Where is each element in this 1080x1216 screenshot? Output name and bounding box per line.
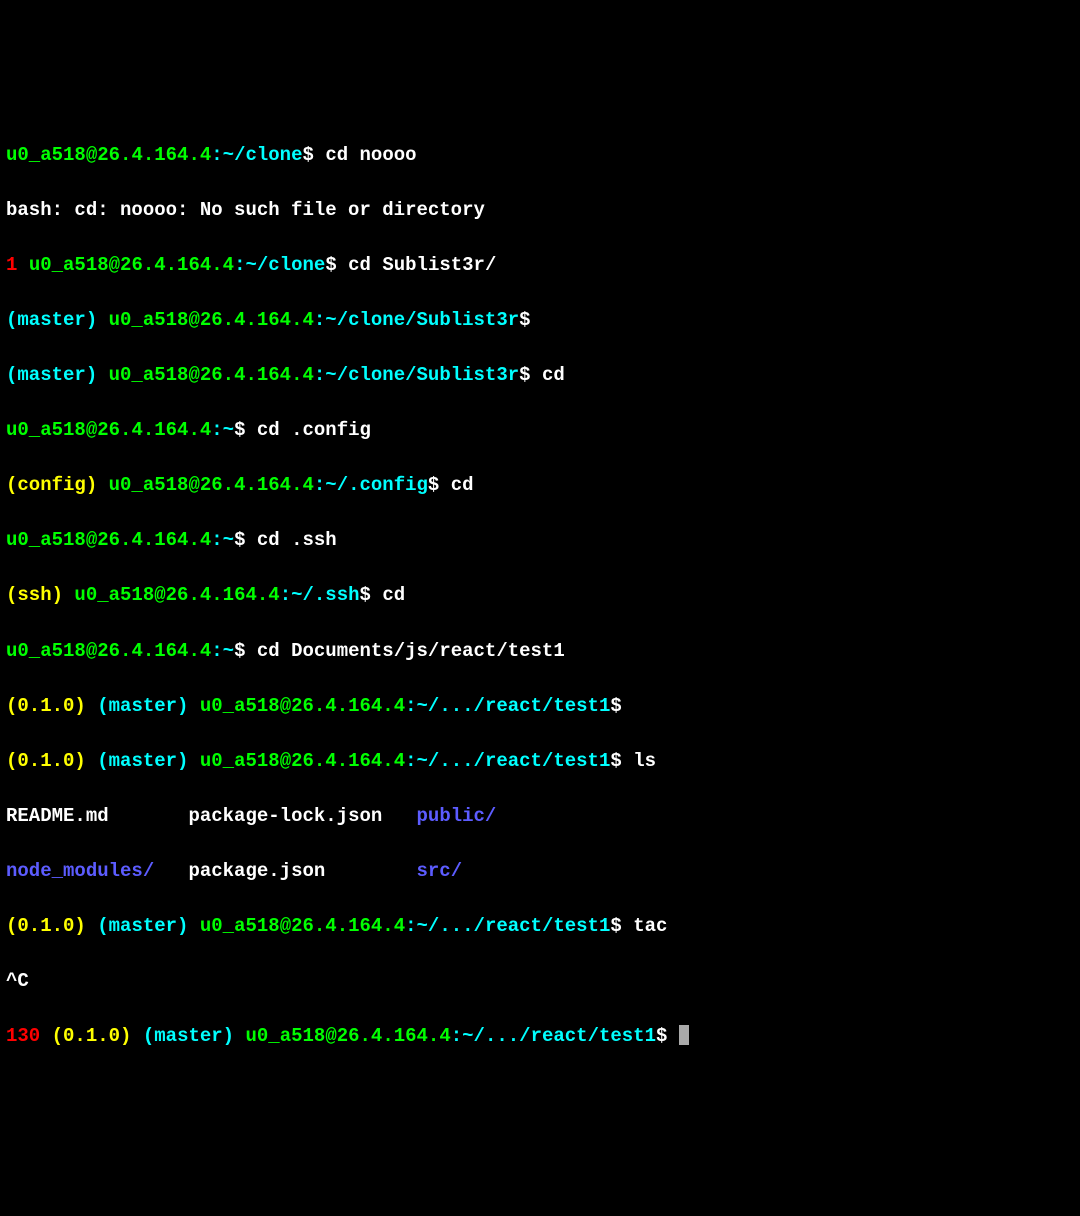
terminal-line: (config) u0_a518@26.4.164.4:~/.config$ c…: [6, 472, 1074, 500]
file: README.md: [6, 805, 109, 827]
cwd: ~/clone/Sublist3r: [325, 364, 519, 386]
ls-output: node_modules/ package.json src/: [6, 858, 1074, 886]
command: cd .config: [257, 419, 371, 441]
cwd: ~/clone: [223, 144, 303, 166]
terminal-line: (ssh) u0_a518@26.4.164.4:~/.ssh$ cd: [6, 582, 1074, 610]
terminal-line: (master) u0_a518@26.4.164.4:~/clone/Subl…: [6, 307, 1074, 335]
terminal-line: (0.1.0) (master) u0_a518@26.4.164.4:~/..…: [6, 913, 1074, 941]
command: ls: [633, 750, 656, 772]
command: cd noooo: [325, 144, 416, 166]
user-host: u0_a518@26.4.164.4: [6, 419, 211, 441]
branch: (master): [6, 309, 97, 331]
command: cd Sublist3r/: [348, 254, 496, 276]
terminal-line: 1 u0_a518@26.4.164.4:~/clone$ cd Sublist…: [6, 252, 1074, 280]
context: (ssh): [6, 584, 63, 606]
branch: (master): [97, 695, 188, 717]
directory: node_modules/: [6, 860, 154, 882]
command: cd Documents/js/react/test1: [257, 640, 565, 662]
user-host: u0_a518@26.4.164.4: [200, 695, 405, 717]
cwd: ~/.../react/test1: [417, 915, 611, 937]
user-host: u0_a518@26.4.164.4: [6, 640, 211, 662]
command: tac: [633, 915, 667, 937]
terminal-line: u0_a518@26.4.164.4:~$ cd .ssh: [6, 527, 1074, 555]
terminal-line: (0.1.0) (master) u0_a518@26.4.164.4:~/..…: [6, 748, 1074, 776]
cwd: ~: [223, 640, 234, 662]
user-host: u0_a518@26.4.164.4: [29, 254, 234, 276]
cwd: ~: [223, 529, 234, 551]
version: (0.1.0): [52, 1025, 132, 1047]
user-host: u0_a518@26.4.164.4: [74, 584, 279, 606]
user-host: u0_a518@26.4.164.4: [109, 474, 314, 496]
terminal-window[interactable]: u0_a518@26.4.164.4:~/clone$ cd noooo bas…: [6, 114, 1074, 1078]
exit-code: 1: [6, 254, 17, 276]
branch: (master): [143, 1025, 234, 1047]
terminal-output: bash: cd: noooo: No such file or directo…: [6, 197, 1074, 225]
ls-output: README.md package-lock.json public/: [6, 803, 1074, 831]
terminal-line: 130 (0.1.0) (master) u0_a518@26.4.164.4:…: [6, 1023, 1074, 1051]
user-host: u0_a518@26.4.164.4: [6, 529, 211, 551]
cwd: ~: [223, 419, 234, 441]
terminal-line: (master) u0_a518@26.4.164.4:~/clone/Subl…: [6, 362, 1074, 390]
user-host: u0_a518@26.4.164.4: [6, 144, 211, 166]
user-host: u0_a518@26.4.164.4: [200, 915, 405, 937]
file: package-lock.json: [188, 805, 382, 827]
cwd: ~/clone: [245, 254, 325, 276]
interrupt: ^C: [6, 970, 29, 992]
version: (0.1.0): [6, 915, 86, 937]
command: cd: [451, 474, 474, 496]
cwd: ~/.../react/test1: [462, 1025, 656, 1047]
user-host: u0_a518@26.4.164.4: [245, 1025, 450, 1047]
user-host: u0_a518@26.4.164.4: [109, 364, 314, 386]
branch: (master): [97, 915, 188, 937]
exit-code: 130: [6, 1025, 40, 1047]
cwd: ~/.config: [325, 474, 428, 496]
command: cd: [542, 364, 565, 386]
version: (0.1.0): [6, 750, 86, 772]
user-host: u0_a518@26.4.164.4: [200, 750, 405, 772]
branch: (master): [97, 750, 188, 772]
branch: (master): [6, 364, 97, 386]
terminal-line: (0.1.0) (master) u0_a518@26.4.164.4:~/..…: [6, 693, 1074, 721]
context: (config): [6, 474, 97, 496]
terminal-line: u0_a518@26.4.164.4:~$ cd Documents/js/re…: [6, 638, 1074, 666]
directory: src/: [417, 860, 463, 882]
cwd: ~/clone/Sublist3r: [325, 309, 519, 331]
cwd: ~/.ssh: [291, 584, 359, 606]
file: package.json: [188, 860, 325, 882]
directory: public/: [417, 805, 497, 827]
command: cd: [382, 584, 405, 606]
cwd: ~/.../react/test1: [417, 695, 611, 717]
cursor[interactable]: [679, 1025, 689, 1045]
terminal-line: u0_a518@26.4.164.4:~$ cd .config: [6, 417, 1074, 445]
user-host: u0_a518@26.4.164.4: [109, 309, 314, 331]
terminal-line: u0_a518@26.4.164.4:~/clone$ cd noooo: [6, 142, 1074, 170]
version: (0.1.0): [6, 695, 86, 717]
cwd: ~/.../react/test1: [417, 750, 611, 772]
terminal-output: ^C: [6, 968, 1074, 996]
command: cd .ssh: [257, 529, 337, 551]
